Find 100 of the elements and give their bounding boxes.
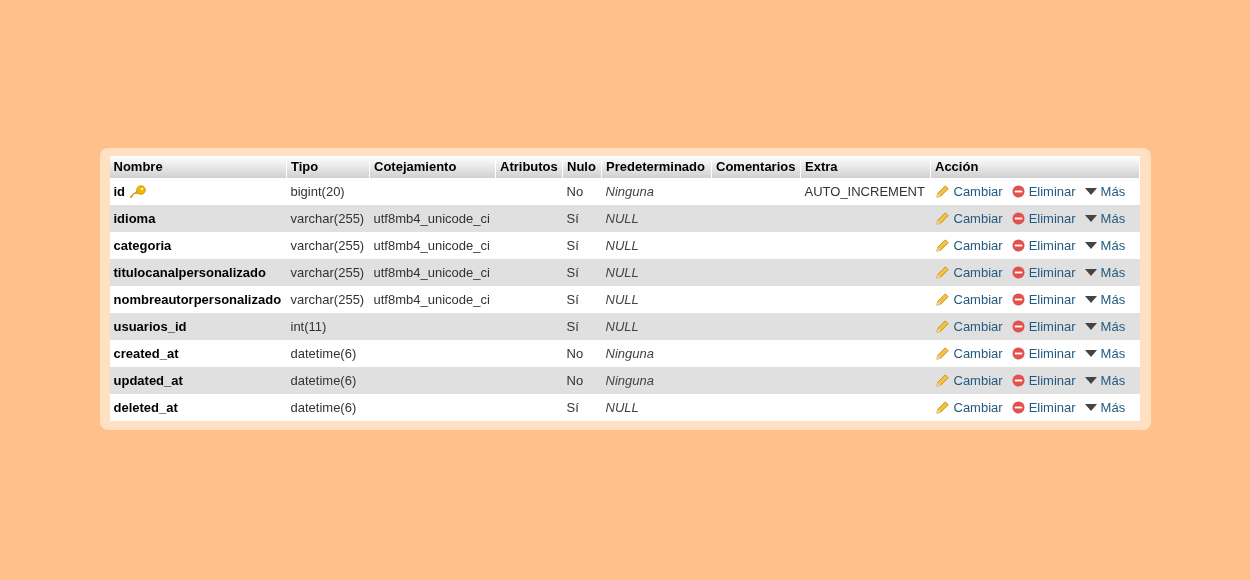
table-cell: Sí (562, 205, 602, 232)
table-cell: datetime(6) (286, 367, 370, 394)
column-header: Atributos (495, 156, 563, 178)
minus-circle-icon (1011, 185, 1025, 198)
table-cell: datetime(6) (286, 340, 370, 367)
minus-circle-icon (1011, 320, 1025, 333)
table-cell: AUTO_INCREMENT (800, 178, 931, 205)
table-cell: Sí (562, 394, 602, 421)
field-name: titulocanalpersonalizado (113, 263, 266, 282)
field-name: deleted_at (113, 398, 178, 417)
table-cell: varchar(255) (286, 205, 370, 232)
field-name: updated_at (113, 371, 183, 390)
table-cell: No (562, 178, 602, 205)
more-link[interactable]: Más (1084, 181, 1126, 202)
pencil-icon (934, 238, 950, 253)
table-cell: Ninguna (601, 367, 712, 394)
table-cell: varchar(255) (286, 259, 370, 286)
pencil-icon (934, 373, 950, 388)
minus-circle-icon (1011, 266, 1025, 279)
delete-link[interactable]: Eliminar (1011, 370, 1076, 391)
edit-link[interactable]: Cambiar (934, 343, 1003, 364)
table-cell: No (562, 340, 602, 367)
pencil-icon (934, 346, 950, 361)
more-link[interactable]: Más (1084, 262, 1126, 283)
edit-link[interactable]: Cambiar (934, 208, 1003, 229)
table-cell: NULL (601, 232, 712, 259)
table-cell: Ninguna (601, 178, 712, 205)
column-header: Acción (930, 156, 1140, 178)
more-link[interactable]: Más (1084, 316, 1126, 337)
column-header: Tipo (286, 156, 370, 178)
table-cell: Sí (562, 286, 602, 313)
edit-link[interactable]: Cambiar (934, 262, 1003, 283)
table-cell: NULL (601, 259, 712, 286)
field-name: usuarios_id (113, 317, 187, 336)
field-name: categoria (113, 236, 172, 255)
table-cell: varchar(255) (286, 232, 370, 259)
pencil-icon (934, 400, 950, 415)
table-cell: utf8mb4_unicode_ci (369, 205, 496, 232)
pencil-icon (934, 265, 950, 280)
pencil-icon (934, 211, 950, 226)
column-header: Comentarios (711, 156, 801, 178)
minus-circle-icon (1011, 239, 1025, 252)
minus-circle-icon (1011, 374, 1025, 387)
table-cell: No (562, 367, 602, 394)
pencil-icon (934, 292, 950, 307)
delete-link[interactable]: Eliminar (1011, 397, 1076, 418)
caret-down-icon (1084, 215, 1097, 222)
delete-link[interactable]: Eliminar (1011, 289, 1076, 310)
table-cell: Ninguna (601, 340, 712, 367)
more-link[interactable]: Más (1084, 235, 1126, 256)
field-name: id (113, 182, 126, 201)
caret-down-icon (1084, 242, 1097, 249)
field-name: idioma (113, 209, 156, 228)
table-cell: NULL (601, 286, 712, 313)
caret-down-icon (1084, 404, 1097, 411)
caret-down-icon (1084, 323, 1097, 330)
table-cell: Sí (562, 259, 602, 286)
table-cell: Sí (562, 232, 602, 259)
column-header: Predeterminado (601, 156, 712, 178)
delete-link[interactable]: Eliminar (1011, 262, 1076, 283)
caret-down-icon (1084, 269, 1097, 276)
column-header: Cotejamiento (369, 156, 496, 178)
caret-down-icon (1084, 296, 1097, 303)
table-cell: int(11) (286, 313, 370, 340)
more-link[interactable]: Más (1084, 370, 1126, 391)
pencil-icon (934, 184, 950, 199)
minus-circle-icon (1011, 212, 1025, 225)
pencil-icon (934, 319, 950, 334)
table-cell: Sí (562, 313, 602, 340)
delete-link[interactable]: Eliminar (1011, 235, 1076, 256)
edit-link[interactable]: Cambiar (934, 370, 1003, 391)
minus-circle-icon (1011, 293, 1025, 306)
table-cell: NULL (601, 394, 712, 421)
caret-down-icon (1084, 350, 1097, 357)
edit-link[interactable]: Cambiar (934, 397, 1003, 418)
table-cell: NULL (601, 205, 712, 232)
more-link[interactable]: Más (1084, 208, 1126, 229)
minus-circle-icon (1011, 401, 1025, 414)
table-cell: NULL (601, 313, 712, 340)
caret-down-icon (1084, 377, 1097, 384)
delete-link[interactable]: Eliminar (1011, 343, 1076, 364)
delete-link[interactable]: Eliminar (1011, 181, 1076, 202)
minus-circle-icon (1011, 347, 1025, 360)
table-cell: datetime(6) (286, 394, 370, 421)
caret-down-icon (1084, 188, 1097, 195)
column-header: Extra (800, 156, 931, 178)
column-header: Nulo (562, 156, 602, 178)
more-link[interactable]: Más (1084, 289, 1126, 310)
more-link[interactable]: Más (1084, 343, 1126, 364)
table-cell: utf8mb4_unicode_ci (369, 259, 496, 286)
delete-link[interactable]: Eliminar (1011, 316, 1076, 337)
edit-link[interactable]: Cambiar (934, 289, 1003, 310)
table-cell: utf8mb4_unicode_ci (369, 232, 496, 259)
edit-link[interactable]: Cambiar (934, 316, 1003, 337)
more-link[interactable]: Más (1084, 397, 1126, 418)
field-name: created_at (113, 344, 179, 363)
delete-link[interactable]: Eliminar (1011, 208, 1076, 229)
edit-link[interactable]: Cambiar (934, 235, 1003, 256)
field-name: nombreautorpersonalizado (113, 290, 282, 309)
edit-link[interactable]: Cambiar (934, 181, 1003, 202)
